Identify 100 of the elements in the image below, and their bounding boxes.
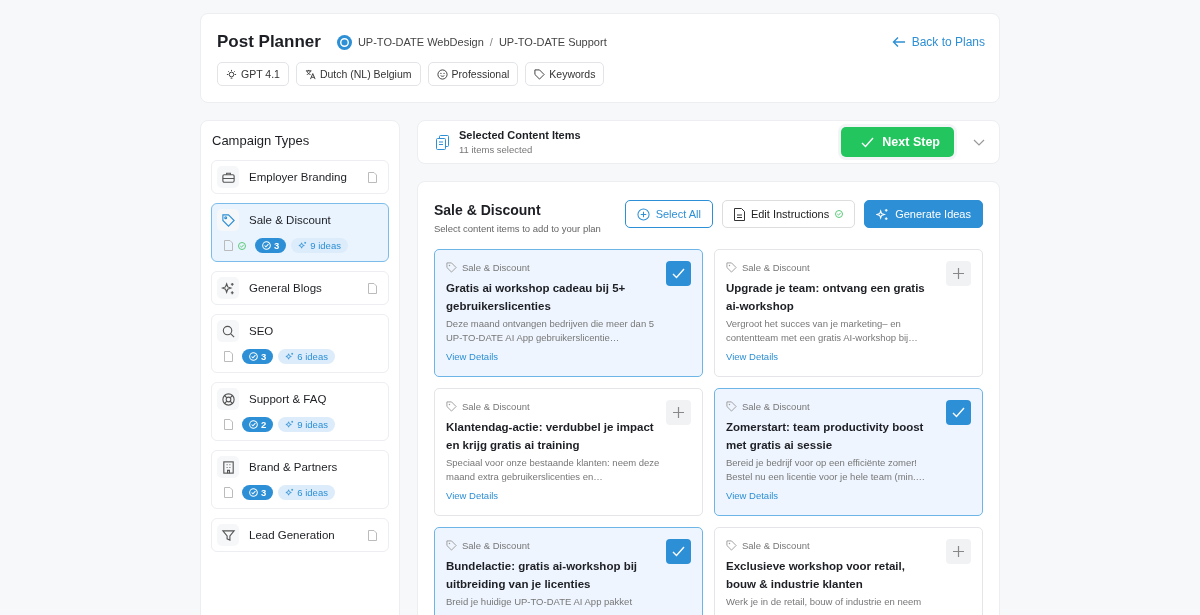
tag-icon [534,68,546,80]
category-icon [217,456,239,478]
sparkle-icon [298,241,308,250]
campaign-type-item[interactable]: Lead Generation [211,518,389,552]
tag-icon [726,262,737,273]
selection-count: 11 items selected [459,144,534,155]
checkbox-checked[interactable] [666,261,691,286]
campaign-type-name: General Blogs [249,282,323,294]
sparkle-icon [285,488,295,497]
document-icon [224,351,233,362]
campaign-type-name: Sale & Discount [249,214,332,226]
content-item-card[interactable]: Sale & Discount Klantendag-actie: verdubbel je impact en krijg gratis ai training Speciaal voor onze bestaande klanten: neem deze maand extra gebruikerslicenties en… View Details [434,388,703,516]
sparkle-icon [876,207,890,221]
content-item-card[interactable]: Sale & Discount Bundelactie: gratis ai-workshop bij uitbreiding van je licenties Breid je huidige UP-TO-DATE AI App pakket [434,527,703,615]
check-circle-icon [262,241,271,250]
breadcrumb-separator: / [489,36,493,48]
plus-circle-icon [636,207,650,221]
category-icon [217,166,239,188]
category-icon [217,388,239,410]
campaign-type-item[interactable]: Sale & Discount 3 9 ideas [211,203,389,262]
selected-count-badge: 3 [255,238,287,253]
campaign-type-name: Brand & Partners [249,461,339,473]
chevron-down-icon[interactable] [973,138,985,146]
campaign-type-item[interactable]: General Blogs [211,271,389,305]
tag-icon [446,540,457,551]
generate-ideas-button[interactable]: Generate Ideas [864,200,983,228]
selected-count-badge: 2 [242,417,274,432]
plus-icon [953,546,964,557]
content-item-description: Speciaal voor onze bestaande klanten: neem deze maand extra gebruikerslicenties en… [446,456,661,484]
content-item-card[interactable]: Sale & Discount Gratis ai workshop cadeau bij 5+ gebruikerslicenties Deze maand ontvangen bedrijven die meer dan 5 UP-TO-DATE AI App gebruikerslicentie… View Details [434,249,703,377]
campaign-type-item[interactable]: Support & FAQ 2 9 ideas [211,382,389,441]
document-icon [224,487,233,498]
plus-icon [673,407,684,418]
checkmark-icon [952,407,965,418]
translate-icon [304,68,316,80]
content-item-description: Deze maand ontvangen bedrijven die meer dan 5 UP-TO-DATE AI App gebruikerslicentie… [446,317,656,345]
smiley-icon [436,68,448,80]
checkbox-checked[interactable] [666,539,691,564]
setting-chip[interactable]: GPT 4.1 [217,62,289,86]
setting-chip[interactable]: Dutch (NL) Belgium [295,62,421,86]
checkmark-icon [672,546,685,557]
check-circle-icon [249,488,258,497]
sidebar-title: Campaign Types [212,133,311,148]
page-title: Post Planner [217,32,321,52]
arrow-left-icon [891,35,906,49]
checkbox-checked[interactable] [946,400,971,425]
tag-icon [446,262,457,273]
content-item-card[interactable]: Sale & Discount Zomerstart: team productivity boost met gratis ai sessie Bereid je bedrijf voor op een efficiënte zomer! Bestel nu een licentie voor je hele team (min.… View Details [714,388,983,516]
select-all-button[interactable]: Select All [624,200,713,228]
document-icon [368,529,377,541]
content-item-card[interactable]: Sale & Discount Exclusieve workshop voor retail, bouw & industrie klanten Werk je in de retail, bouw of industrie en neem [714,527,983,615]
check-circle-icon [249,420,258,429]
category-icon [217,277,239,299]
campaign-type-item[interactable]: Brand & Partners 3 6 ideas [211,450,389,509]
breadcrumb-item[interactable]: UP-TO-DATE WebDesign [357,36,484,48]
campaign-type-name: Lead Generation [249,529,336,541]
content-item-title: Gratis ai workshop cadeau bij 5+ gebruikerslicenties [446,281,627,314]
ideas-count-badge: 6 ideas [278,349,335,364]
section-title: Sale & Discount [434,202,542,218]
tag-icon [726,540,737,551]
campaign-type-item[interactable]: SEO 3 6 ideas [211,314,389,373]
back-link[interactable]: Back to Plans [891,35,985,49]
documents-icon [436,134,449,150]
category-icon [217,209,239,231]
check-circle-icon [249,352,258,361]
content-item-title: Exclusieve workshop voor retail, bouw & industrie klanten [726,559,906,592]
add-button[interactable] [946,261,971,286]
section-subtitle: Select content items to add to your plan [434,223,601,234]
checkmark-icon [672,268,685,279]
content-item-card[interactable]: Sale & Discount Upgrade je team: ontvang een gratis ai-workshop Vergroot het succes van je marketing– en contentteam met een gratis AI-workshop bij… View Details [714,249,983,377]
logo-icon [336,34,352,50]
content-item-description: Werk je in de retail, bouw of industrie en neem [726,595,923,609]
selected-count-badge: 3 [242,485,274,500]
document-icon [368,282,377,294]
content-item-title: Upgrade je team: ontvang een gratis ai-workshop [726,281,926,314]
ideas-count-badge: 9 ideas [291,238,348,253]
category-icon [217,320,239,342]
ideas-count-badge: 9 ideas [278,417,335,432]
plus-icon [953,268,964,279]
campaign-type-name: SEO [249,325,275,337]
selection-title: Selected Content Items [459,129,582,141]
checkmark-icon [861,136,875,148]
breadcrumb-item[interactable]: UP-TO-DATE Support [498,36,607,48]
content-item-title: Zomerstart: team productivity boost met gratis ai sessie [726,420,925,453]
campaign-type-item[interactable]: Employer Branding [211,160,389,194]
view-details-link[interactable]: View Details [446,490,499,501]
add-button[interactable] [666,400,691,425]
tag-icon [446,401,457,412]
lightbulb-icon [226,68,237,80]
edit-instructions-button[interactable]: Edit Instructions [721,200,856,228]
document-icon [733,207,745,221]
ideas-count-badge: 6 ideas [278,485,335,500]
setting-chip[interactable]: Keywords [525,62,605,86]
tag-icon [726,401,737,412]
setting-chip[interactable]: Professional [427,62,519,86]
content-item-title: Klantendag-actie: verdubbel je impact en krijg gratis ai training [446,420,655,453]
add-button[interactable] [946,539,971,564]
view-details-link[interactable]: View Details [726,351,779,362]
campaign-type-name: Support & FAQ [249,393,328,405]
content-item-description: Bereid je bedrijf voor op een efficiënte zomer! Bestel nu een licentie voor je hele team (min.… [726,456,927,484]
